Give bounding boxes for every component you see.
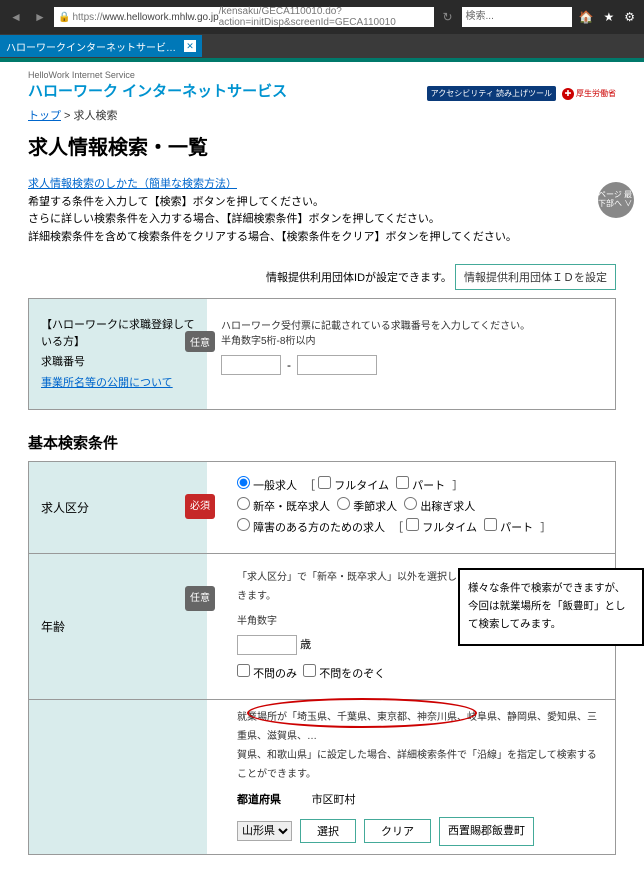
forward-button[interactable]: ► bbox=[30, 7, 50, 27]
url-bar[interactable]: 🔒 https:// www.hellowork.mhlw.go.jp /ken… bbox=[54, 7, 434, 27]
city-heading: 市区町村 bbox=[312, 794, 356, 806]
set-org-id-button[interactable]: 情報提供利用団体ＩＤを設定 bbox=[455, 264, 616, 290]
select-button[interactable]: 選択 bbox=[300, 819, 356, 843]
breadcrumb-here: 求人検索 bbox=[74, 110, 118, 122]
basic-conditions-heading: 基本検索条件 bbox=[28, 432, 616, 453]
pref-heading: 都道府県 bbox=[237, 794, 281, 806]
check-part[interactable]: パート bbox=[396, 480, 445, 492]
check-fumon-only[interactable]: 不問のみ bbox=[237, 668, 297, 680]
breadcrumb: トップ > 求人検索 bbox=[28, 107, 616, 123]
brand-title: ハローワーク インターネットサービス bbox=[28, 80, 287, 101]
notice-text: 情報提供利用団体IDが設定できます。 bbox=[266, 272, 452, 284]
settings-icon[interactable]: ⚙ bbox=[621, 10, 638, 24]
required-pill: 必須 bbox=[185, 494, 215, 519]
notice-row: 情報提供利用団体IDが設定できます。 情報提供利用団体ＩＤを設定 bbox=[28, 264, 616, 290]
close-icon[interactable]: ✕ bbox=[184, 40, 196, 52]
accessibility-badge[interactable]: アクセシビリティ 読み上げツール bbox=[427, 86, 556, 101]
region-note: 就業場所が「埼玉県、千葉県、東京都、神奈川県、岐阜県、静岡県、愛知県、三重県、滋… bbox=[237, 708, 601, 784]
browser-tab[interactable]: ハローワークインターネットサービ… ✕ bbox=[0, 35, 202, 57]
browser-toolbar: ◄ ► 🔒 https:// www.hellowork.mhlw.go.jp … bbox=[0, 0, 644, 34]
optional-pill-age: 任意 bbox=[185, 586, 215, 611]
lock-icon: 🔒 bbox=[58, 12, 70, 23]
back-button[interactable]: ◄ bbox=[6, 7, 26, 27]
tab-title: ハローワークインターネットサービ… bbox=[6, 39, 176, 54]
brand-subtitle: HelloWork Internet Service bbox=[28, 70, 287, 80]
prefecture-select[interactable]: 山形県 bbox=[237, 821, 292, 841]
jobseeker-num-2[interactable] bbox=[297, 355, 377, 375]
panel-label: 求職番号 bbox=[41, 354, 195, 371]
selected-city-chip[interactable]: 西置賜郡飯豊町 bbox=[439, 817, 534, 846]
row-label-age: 年齢 bbox=[29, 554, 207, 699]
url-scheme: https:// bbox=[72, 12, 102, 23]
panel-help2: 半角数字5桁-8桁以内 bbox=[221, 332, 601, 347]
radio-general[interactable]: 一般求人 bbox=[237, 480, 297, 492]
panel-help1: ハローワーク受付票に記載されている求職番号を入力してください。 bbox=[221, 317, 601, 332]
favorite-icon[interactable]: ★ bbox=[600, 10, 617, 24]
check-fulltime[interactable]: フルタイム bbox=[318, 480, 389, 492]
panel-title: 【ハローワークに求職登録している方】 bbox=[41, 317, 195, 350]
check-fulltime2[interactable]: フルタイム bbox=[406, 522, 477, 534]
radio-newgrad[interactable]: 新卒・既卒求人 bbox=[237, 501, 330, 513]
howto-link[interactable]: 求人情報検索のしかた（簡単な検索方法） bbox=[28, 178, 237, 190]
browser-search[interactable]: 検索... bbox=[462, 7, 572, 27]
ministry-icon: ✚ bbox=[562, 88, 574, 100]
check-fumon-exclude[interactable]: 不問をのぞく bbox=[303, 668, 385, 680]
disclosure-link[interactable]: 事業所名等の公開について bbox=[41, 375, 173, 392]
page-title: 求人情報検索・一覧 bbox=[28, 131, 616, 160]
url-path: /kensaku/GECA110010.do?action=initDisp&s… bbox=[219, 6, 430, 28]
refresh-button[interactable]: ↻ bbox=[438, 7, 458, 27]
url-host: www.hellowork.mhlw.go.jp bbox=[102, 12, 218, 23]
radio-dekasegi[interactable]: 出稼ぎ求人 bbox=[404, 501, 475, 513]
ministry-badge: ✚ 厚生労働省 bbox=[562, 88, 616, 100]
scroll-bottom-button[interactable]: ページ 最下部へ ∨ bbox=[598, 182, 634, 218]
registered-panel: 【ハローワークに求職登録している方】 求職番号 事業所名等の公開について 任意 … bbox=[28, 298, 616, 410]
breadcrumb-top[interactable]: トップ bbox=[28, 110, 61, 122]
clear-button[interactable]: クリア bbox=[364, 819, 431, 843]
radio-season[interactable]: 季節求人 bbox=[337, 501, 397, 513]
home-icon[interactable]: 🏠 bbox=[576, 10, 597, 24]
annotation-callout: 様々な条件で検索ができますが、今回は就業場所を「飯豊町」として検索してみます。 bbox=[458, 568, 644, 646]
optional-pill: 任意 bbox=[185, 331, 215, 352]
check-part2[interactable]: パート bbox=[484, 522, 533, 534]
brand: HelloWork Internet Service ハローワーク インターネッ… bbox=[28, 70, 287, 101]
age-input[interactable] bbox=[237, 635, 297, 655]
row-label-region bbox=[29, 700, 207, 854]
jobseeker-num-1[interactable] bbox=[221, 355, 281, 375]
tab-bar: ハローワークインターネットサービ… ✕ bbox=[0, 34, 644, 58]
row-label-kubun: 求人区分 bbox=[29, 462, 207, 553]
radio-disability[interactable]: 障害のある方のための求人 bbox=[237, 522, 385, 534]
instructions: 求人情報検索のしかた（簡単な検索方法） 希望する条件を入力して【検索】ボタンを押… bbox=[28, 176, 616, 246]
